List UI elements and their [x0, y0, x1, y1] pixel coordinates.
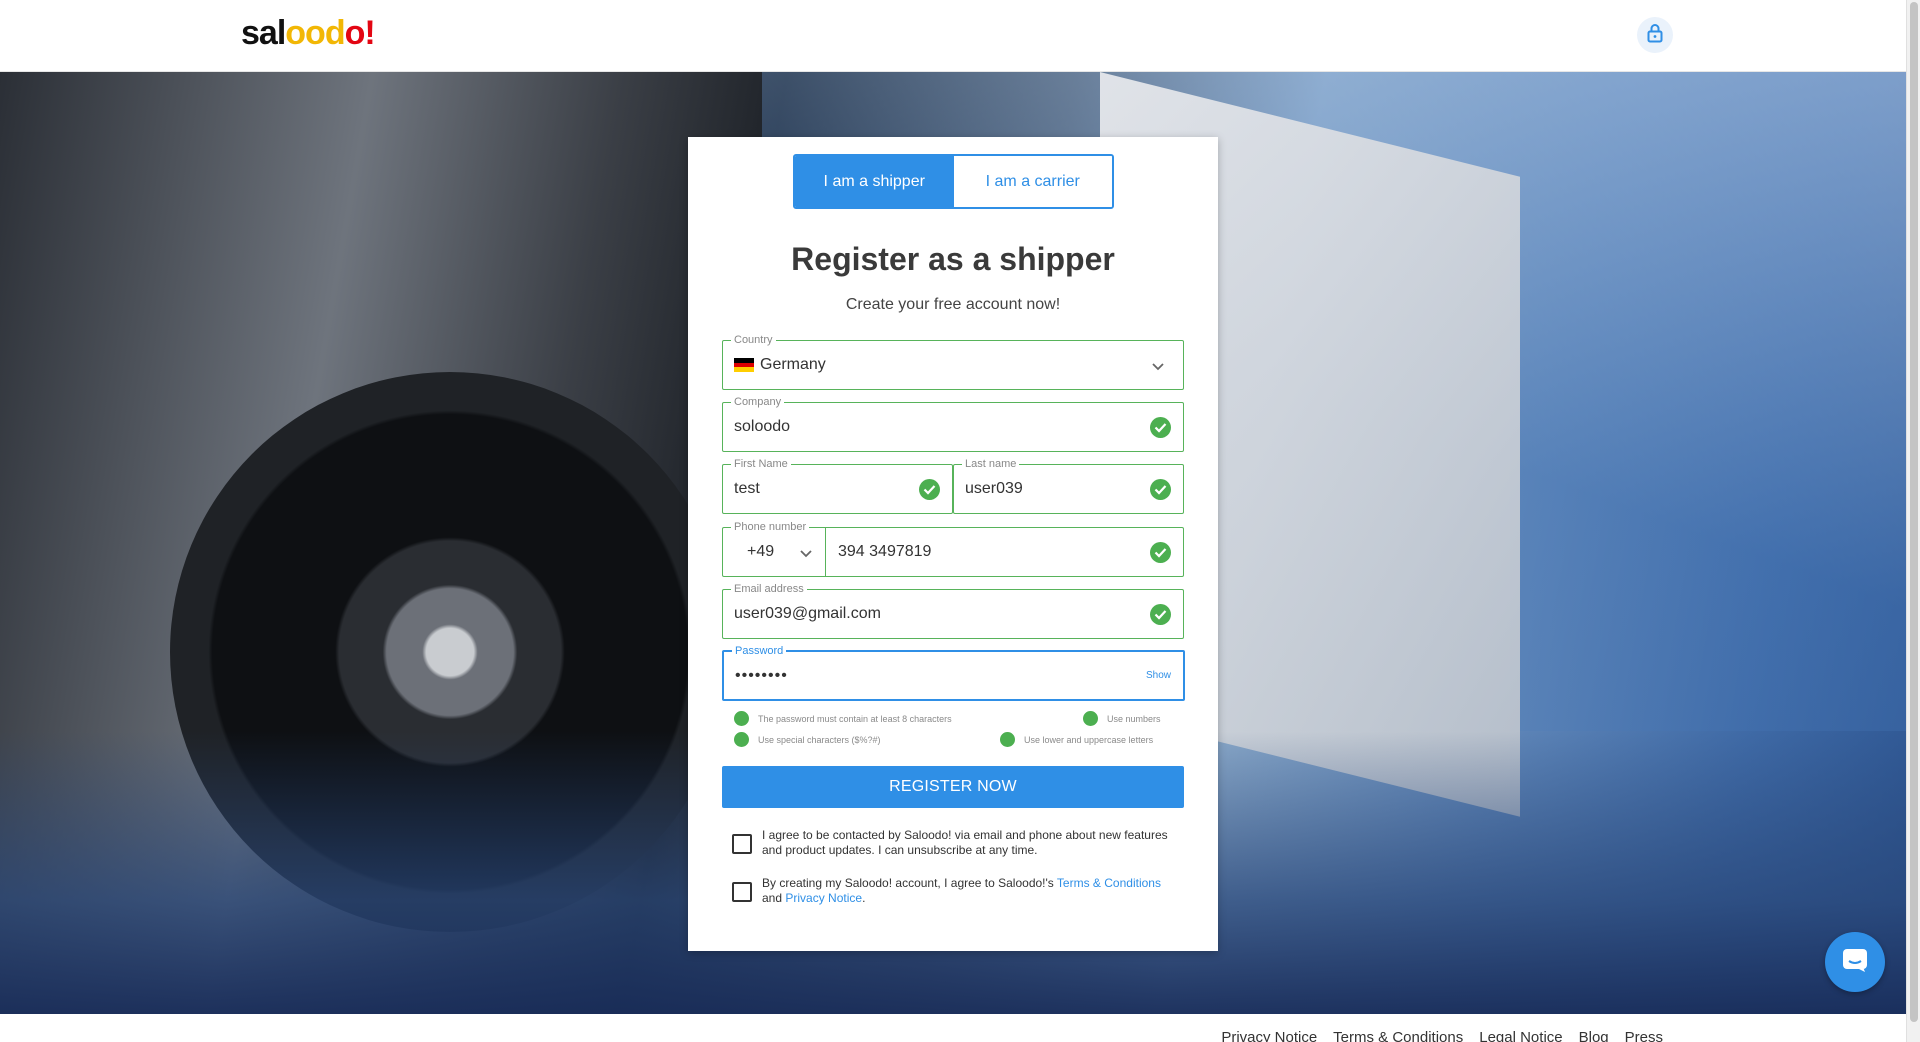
country-value: Germany	[760, 356, 826, 373]
last-name-field[interactable]: Last name user039	[953, 457, 1184, 514]
first-name-field[interactable]: First Name test	[722, 457, 953, 514]
country-select[interactable]: Country Germany	[722, 333, 1184, 390]
terms-consent: By creating my Saloodo! account, I agree…	[732, 876, 1182, 906]
rule-text: Use numbers	[1107, 713, 1161, 724]
rule-check-icon	[734, 732, 749, 747]
logo-part: d	[324, 14, 346, 52]
check-icon	[1150, 479, 1171, 500]
terms-and-text: and	[762, 891, 783, 905]
marketing-consent-checkbox[interactable]	[732, 834, 752, 854]
role-switch: I am a shipper I am a carrier	[793, 154, 1114, 209]
terms-consent-checkbox[interactable]	[732, 882, 752, 902]
phone-field: Phone number +49 394 3497819	[722, 520, 1184, 577]
terms-link[interactable]: Terms & Conditions	[1057, 876, 1161, 890]
rule-min-chars: The password must contain at least 8 cha…	[734, 711, 952, 726]
tab-carrier[interactable]: I am a carrier	[953, 156, 1112, 207]
check-icon	[1150, 604, 1171, 625]
check-icon	[1150, 417, 1171, 438]
company-value: soloodo	[734, 418, 791, 435]
first-name-value: test	[734, 480, 760, 497]
saloodo-logo[interactable]: sal oo d o!	[241, 14, 376, 53]
scrollbar-thumb[interactable]	[1910, 2, 1918, 1022]
last-name-value: user039	[965, 480, 1023, 497]
check-icon	[919, 479, 940, 500]
phone-number-input[interactable]: 394 3497819	[838, 528, 931, 576]
footer: Privacy Notice Terms & Conditions Legal …	[0, 1014, 1906, 1042]
rule-text: Use lower and uppercase letters	[1024, 734, 1154, 745]
rule-numbers: Use numbers	[1083, 711, 1161, 726]
rule-check-icon	[1083, 711, 1098, 726]
logo-part: !	[364, 14, 375, 52]
privacy-link[interactable]: Privacy Notice	[785, 891, 862, 905]
terms-consent-text: By creating my Saloodo! account, I agree…	[762, 876, 1182, 906]
chevron-down-icon	[799, 545, 813, 563]
login-lock-button[interactable]	[1637, 17, 1673, 53]
company-field[interactable]: Company soloodo	[722, 395, 1184, 452]
email-field[interactable]: Email address user039@gmail.com	[722, 582, 1184, 639]
footer-links: Privacy Notice Terms & Conditions Legal …	[1221, 1029, 1663, 1042]
footer-link-blog[interactable]: Blog	[1579, 1029, 1609, 1042]
rule-case: Use lower and uppercase letters	[1000, 732, 1153, 747]
rule-text: Use special characters ($%?#)	[758, 734, 881, 745]
register-button[interactable]: REGISTER NOW	[722, 766, 1184, 808]
check-icon	[1150, 542, 1171, 563]
rule-special: Use special characters ($%?#)	[734, 732, 881, 747]
password-value: ••••••••	[735, 666, 788, 684]
lock-icon	[1647, 23, 1663, 48]
registration-card: I am a shipper I am a carrier Register a…	[688, 137, 1218, 951]
terms-prefix-text: By creating my Saloodo! account, I agree…	[762, 876, 1054, 890]
tab-shipper[interactable]: I am a shipper	[795, 156, 954, 207]
page-scrollbar[interactable]	[1906, 0, 1920, 1042]
rule-check-icon	[1000, 732, 1015, 747]
page-subtitle: Create your free account now!	[845, 296, 1061, 313]
footer-link-legal[interactable]: Legal Notice	[1479, 1029, 1562, 1042]
logo-part: sal	[241, 14, 286, 52]
footer-link-terms[interactable]: Terms & Conditions	[1333, 1029, 1463, 1042]
terms-end-text: .	[862, 891, 866, 905]
footer-link-privacy[interactable]: Privacy Notice	[1221, 1029, 1317, 1042]
footer-link-press[interactable]: Press	[1625, 1029, 1663, 1042]
marketing-consent: I agree to be contacted by Saloodo! via …	[732, 828, 1182, 858]
email-value: user039@gmail.com	[734, 605, 881, 622]
rule-check-icon	[734, 711, 749, 726]
phone-code-value: +49	[747, 543, 775, 560]
password-field[interactable]: Password •••••••• Show	[722, 644, 1185, 701]
logo-part: o	[344, 14, 366, 52]
germany-flag-icon	[734, 358, 754, 373]
chevron-down-icon	[1151, 358, 1165, 376]
chat-button[interactable]	[1825, 932, 1885, 992]
chat-icon	[1841, 947, 1869, 978]
page-title: Register as a shipper	[791, 241, 1115, 277]
show-password-link[interactable]: Show	[1146, 652, 1171, 699]
rule-text: The password must contain at least 8 cha…	[758, 713, 952, 724]
logo-part: oo	[285, 14, 326, 52]
top-header: sal oo d o!	[0, 0, 1906, 72]
marketing-consent-text: I agree to be contacted by Saloodo! via …	[762, 828, 1168, 857]
phone-country-code-select[interactable]: +49	[723, 528, 826, 576]
